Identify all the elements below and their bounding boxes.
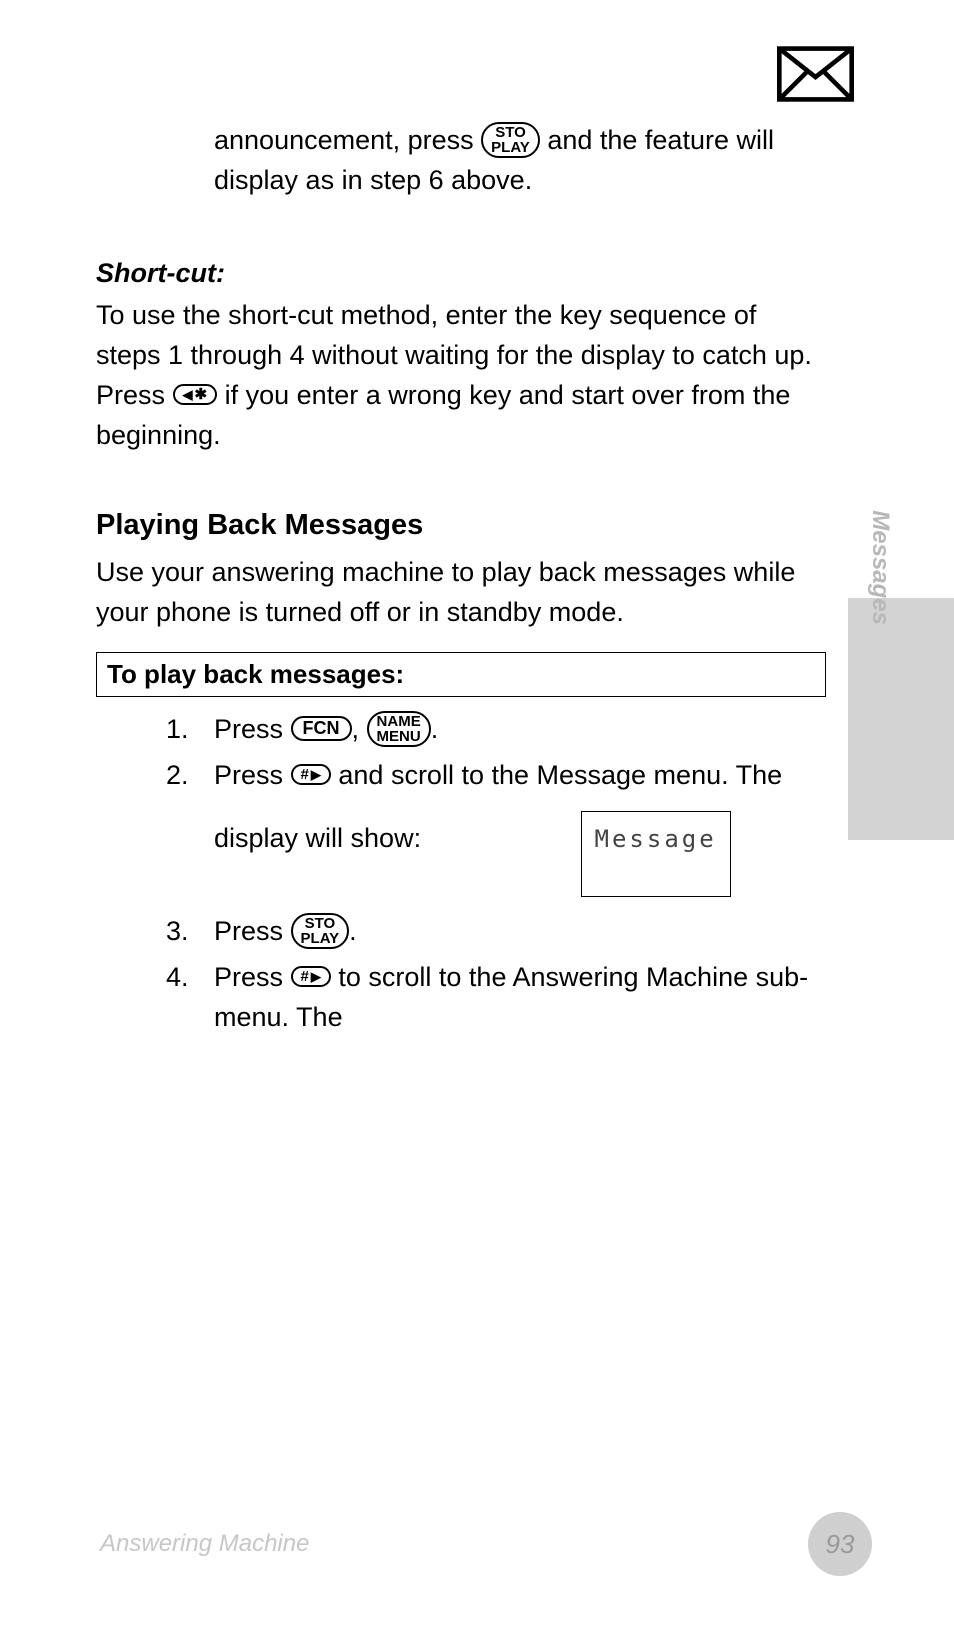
side-tab-bg — [848, 598, 954, 840]
shortcut-label: Short-cut: — [96, 258, 826, 289]
content-area: announcement, press STO PLAY and the fea… — [96, 120, 826, 1043]
star-back-key-icon: ◀✱ — [173, 384, 218, 405]
mail-icon — [777, 46, 854, 102]
intro-paragraph: announcement, press STO PLAY and the fea… — [96, 120, 826, 200]
intro-before: announcement, press — [214, 125, 481, 155]
lcd-text: Message — [595, 825, 717, 853]
sto-play-key-icon: STO PLAY — [291, 913, 350, 949]
steps-box: To play back messages: — [96, 652, 826, 697]
page-number-badge: 93 — [808, 1512, 872, 1576]
step-2: Press #▶ and scroll to the Message menu.… — [166, 755, 826, 905]
footer-section-name: Answering Machine — [100, 1530, 309, 1558]
shortcut-text: To use the short-cut method, enter the k… — [96, 295, 826, 455]
lcd-display: Message — [581, 811, 731, 897]
manual-page: announcement, press STO PLAY and the fea… — [0, 0, 954, 1636]
step-4: Press #▶ to scroll to the Answering Mach… — [166, 957, 826, 1037]
side-tab-label: Messages — [866, 510, 894, 625]
shortcut-block: Short-cut: To use the short-cut method, … — [96, 258, 826, 455]
fcn-key-icon: FCN — [291, 716, 352, 741]
page-number: 93 — [826, 1529, 855, 1560]
steps-box-title: To play back messages: — [107, 659, 404, 689]
section-title: Playing Back Messages — [96, 509, 826, 542]
step-1: Press FCN, NAME MENU . — [166, 709, 826, 749]
sto-play-key-icon: STO PLAY — [481, 122, 540, 158]
name-menu-key-icon: NAME MENU — [367, 711, 431, 747]
section-body: Use your answering machine to play back … — [96, 552, 826, 632]
steps-list: Press FCN, NAME MENU . Press #▶ and scro… — [96, 709, 826, 1037]
hash-right-key-icon: #▶ — [291, 764, 331, 785]
hash-right-key-icon: #▶ — [291, 966, 331, 987]
step-3: Press STO PLAY . — [166, 911, 826, 951]
